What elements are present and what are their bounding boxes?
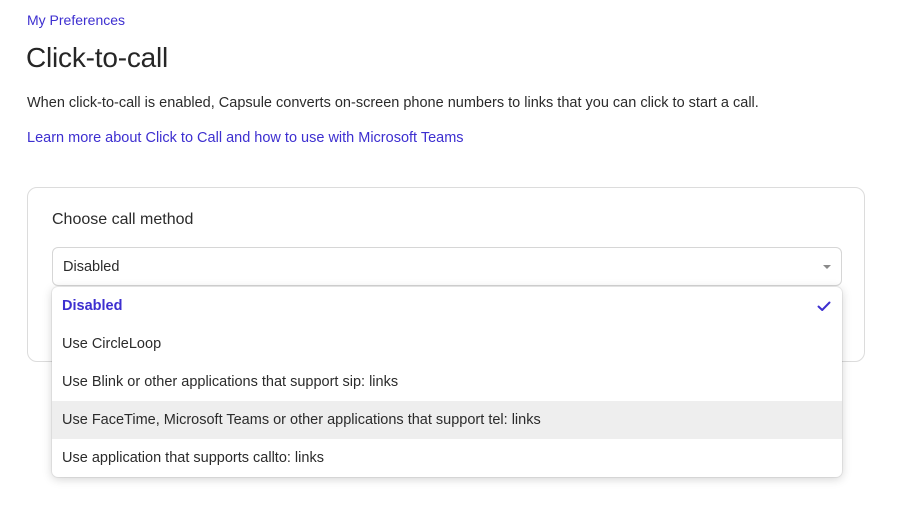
option-label: Use application that supports callto: li… [62, 450, 324, 466]
option-label: Use FaceTime, Microsoft Teams or other a… [62, 412, 541, 428]
select-value: Disabled [63, 259, 120, 275]
call-method-dropdown-menu: Disabled Use CircleLoop Use Blink or oth… [52, 287, 842, 477]
breadcrumb-my-preferences[interactable]: My Preferences [27, 12, 125, 28]
option-disabled[interactable]: Disabled [52, 287, 842, 325]
option-callto[interactable]: Use application that supports callto: li… [52, 439, 842, 477]
learn-more-link[interactable]: Learn more about Click to Call and how t… [27, 130, 464, 146]
preferences-page: My Preferences Click-to-call When click-… [0, 0, 897, 524]
check-icon [817, 301, 831, 311]
call-method-select[interactable]: Disabled [52, 247, 842, 286]
option-label: Use Blink or other applications that sup… [62, 374, 399, 390]
caret-down-icon [823, 265, 831, 269]
card-heading: Choose call method [52, 211, 194, 228]
page-title: Click-to-call [26, 42, 169, 73]
option-circleloop[interactable]: Use CircleLoop [52, 325, 842, 363]
option-label: Disabled [62, 298, 123, 314]
option-facetime-tel[interactable]: Use FaceTime, Microsoft Teams or other a… [52, 401, 842, 439]
option-label: Use CircleLoop [62, 336, 162, 352]
option-blink-sip[interactable]: Use Blink or other applications that sup… [52, 363, 842, 401]
page-description: When click-to-call is enabled, Capsule c… [27, 95, 759, 111]
